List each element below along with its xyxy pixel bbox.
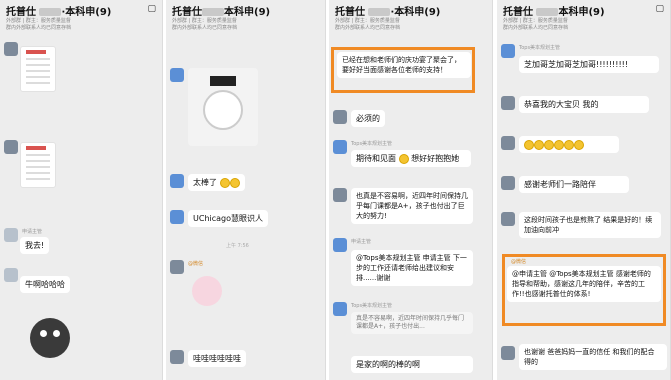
chat-panel-4: 托普仕 本科申(9) 外部群 | 群主：服务质量监督 群内外部联系人均已同意存档… bbox=[497, 0, 671, 380]
sender-name: Tops美本规划主管 bbox=[351, 141, 393, 147]
chat-subtitle: 外部群 | 群主：服务质量监督 bbox=[335, 18, 400, 24]
chat-title: 托普仕 本科申(9) bbox=[503, 7, 605, 18]
message-bubble: 也真是不容易啊，近四年时间保持几乎每门课都是A+，孩子也付出了巨大的努力! bbox=[351, 188, 473, 224]
message-bubble bbox=[519, 136, 619, 153]
chat-subtitle-2: 群内外部联系人均已同意存档 bbox=[503, 25, 569, 31]
document-thumbnail[interactable] bbox=[20, 46, 56, 92]
message-bubble: @Tops美本规划主管 申请主管 下一步的工作还请老师给出建议和安排......… bbox=[351, 250, 473, 286]
message-bubble: 哇哇哇哇哇哇 bbox=[188, 350, 246, 367]
chat-panel-2: 托普仕 本科申(9) 外部群 | 群主：服务质量监督 群内外部联系人均已同意存档 … bbox=[166, 0, 326, 380]
chat-subtitle: 外部群 | 群主：服务质量监督 bbox=[6, 18, 71, 24]
avatar bbox=[4, 42, 18, 56]
message-bubble: 感谢老师们一路陪伴 bbox=[519, 176, 629, 193]
quoted-message: 真是不容易啊，近四年时间保持几乎每门课都是A+，孩子也付出... bbox=[351, 312, 473, 334]
chat-title: 托普仕 ·本科申(9) bbox=[6, 7, 112, 18]
chat-header: 托普仕 ·本科申(9) 外部群 | 群主：服务质量监督 群内外部联系人均已同意存… bbox=[0, 0, 162, 32]
message-bubble: 必须的 bbox=[351, 110, 385, 127]
message-bubble: 太棒了 bbox=[188, 174, 245, 191]
message-bubble: UChicago慧眼识人 bbox=[188, 210, 269, 227]
wechat-tag: @微信 bbox=[511, 259, 527, 265]
avatar bbox=[501, 212, 515, 226]
avatar bbox=[4, 228, 18, 242]
chat-subtitle: 外部群 | 群主：服务质量监督 bbox=[503, 18, 568, 24]
chat-header: 托普仕 本科申(9) 外部群 | 群主：服务质量监督 群内外部联系人均已同意存档 bbox=[166, 0, 325, 32]
timestamp: 上午 7:56 bbox=[226, 243, 249, 249]
party-sticker bbox=[188, 270, 228, 310]
avatar bbox=[170, 174, 184, 188]
message-bubble: 是家的啊的棒的啊 bbox=[351, 356, 473, 373]
chat-title: 托普仕 本科申(9) bbox=[172, 7, 271, 18]
avatar bbox=[333, 140, 347, 154]
avatar bbox=[170, 350, 184, 364]
avatar bbox=[501, 44, 515, 58]
collage: 托普仕 ·本科申(9) 外部群 | 群主：服务质量监督 群内外部联系人均已同意存… bbox=[0, 0, 671, 380]
document-thumbnail[interactable] bbox=[20, 142, 56, 188]
message-bubble: 也谢谢 爸爸妈妈一直的信任 和我们的配合 得的 bbox=[519, 344, 667, 370]
avatar bbox=[333, 110, 347, 124]
avatar bbox=[170, 260, 184, 274]
chat-subtitle: 外部群 | 群主：服务质量监督 bbox=[172, 18, 237, 24]
avatar bbox=[501, 346, 515, 360]
video-icon[interactable]: ▢ bbox=[147, 4, 156, 14]
sender-name: Tops美本规划主管 bbox=[351, 303, 393, 309]
message-bubble: 这段时间孩子也是煎熬了 结果是好的！续加油向前冲 bbox=[519, 212, 661, 238]
chat-header: 托普仕 ·本科申(9) 外部群 | 群主：服务质量监督 群内外部联系人均已同意存… bbox=[329, 0, 492, 32]
spider-sticker bbox=[30, 318, 70, 358]
video-icon[interactable]: ▢ bbox=[655, 4, 664, 14]
message-bubble: 牛啊哈哈哈 bbox=[20, 276, 70, 293]
avatar bbox=[333, 188, 347, 202]
message-bubble: 已经在想和老师们的庆功宴了聚会了，要好好当面感谢各位老师的支持！ bbox=[337, 52, 471, 78]
chat-subtitle-2: 群内外部联系人均已同意存档 bbox=[335, 25, 401, 31]
chat-panel-3: 托普仕 ·本科申(9) 外部群 | 群主：服务质量监督 群内外部联系人均已同意存… bbox=[329, 0, 493, 380]
avatar bbox=[501, 136, 515, 150]
message-bubble: 芝加哥芝加哥芝加哥!!!!!!!!!! bbox=[519, 56, 659, 73]
sender-name: Tops美本规划主管 bbox=[519, 45, 561, 51]
sender-name: 申请主管 bbox=[351, 239, 372, 245]
chat-title: 托普仕 ·本科申(9) bbox=[335, 7, 441, 18]
avatar bbox=[333, 302, 347, 316]
sender-name: 申请主管 bbox=[22, 229, 43, 235]
avatar bbox=[333, 238, 347, 252]
message-bubble: 恭喜我的大宝贝 我的 bbox=[519, 96, 649, 113]
chat-header: 托普仕 本科申(9) 外部群 | 群主：服务质量监督 群内外部联系人均已同意存档… bbox=[497, 0, 670, 32]
wechat-tag: @微信 bbox=[188, 261, 204, 267]
chat-subtitle-2: 群内外部联系人均已同意存档 bbox=[172, 25, 238, 31]
avatar bbox=[501, 176, 515, 190]
graduation-sheep-sticker bbox=[188, 68, 258, 146]
avatar bbox=[170, 210, 184, 224]
message-bubble: 我去! bbox=[20, 237, 50, 254]
avatar bbox=[4, 140, 18, 154]
avatar bbox=[501, 96, 515, 110]
chat-subtitle-2: 群内外部联系人均已同意存档 bbox=[6, 25, 72, 31]
message-bubble: @申请主管 @Tops美本规划主管 感谢老师的指导和帮助，感谢这几年的陪伴，辛苦… bbox=[507, 266, 661, 302]
chat-panel-1: 托普仕 ·本科申(9) 外部群 | 群主：服务质量监督 群内外部联系人均已同意存… bbox=[0, 0, 163, 380]
avatar bbox=[4, 268, 18, 282]
avatar bbox=[170, 68, 184, 82]
message-bubble: 期待和见面 想好好抱抱她 bbox=[351, 150, 471, 167]
